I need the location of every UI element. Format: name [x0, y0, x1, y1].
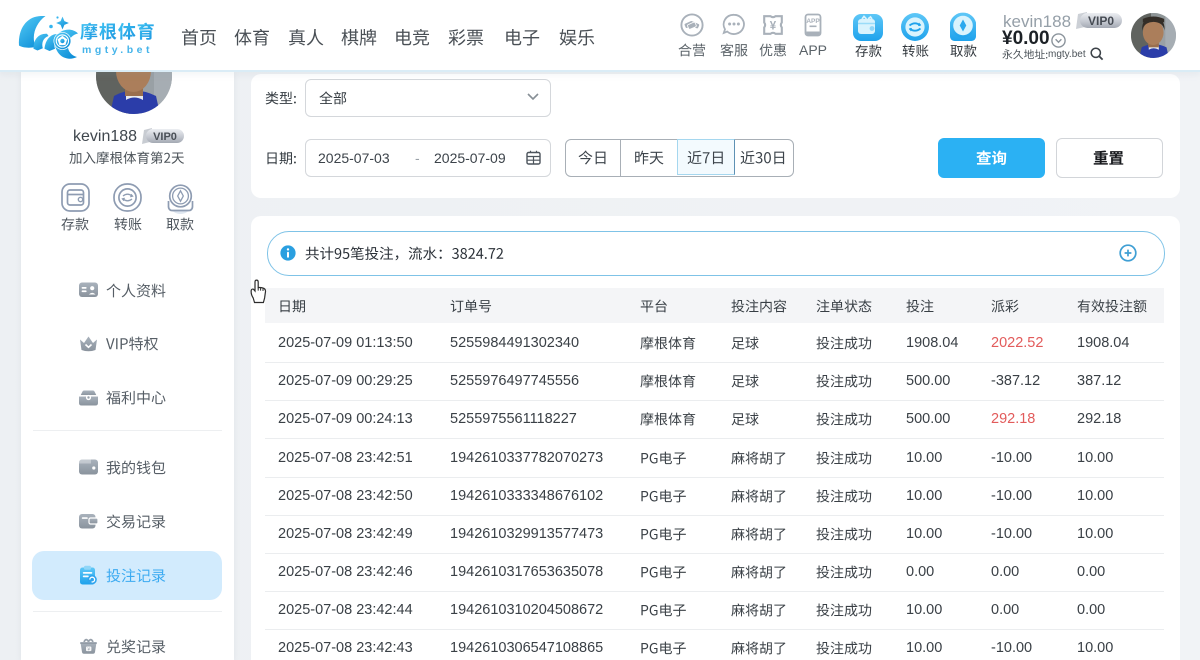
svg-text:APP: APP — [806, 18, 820, 25]
svg-text:¥: ¥ — [770, 21, 777, 33]
svg-text:VIP0: VIP0 — [1088, 14, 1114, 28]
svg-text:VIP0: VIP0 — [153, 131, 177, 143]
